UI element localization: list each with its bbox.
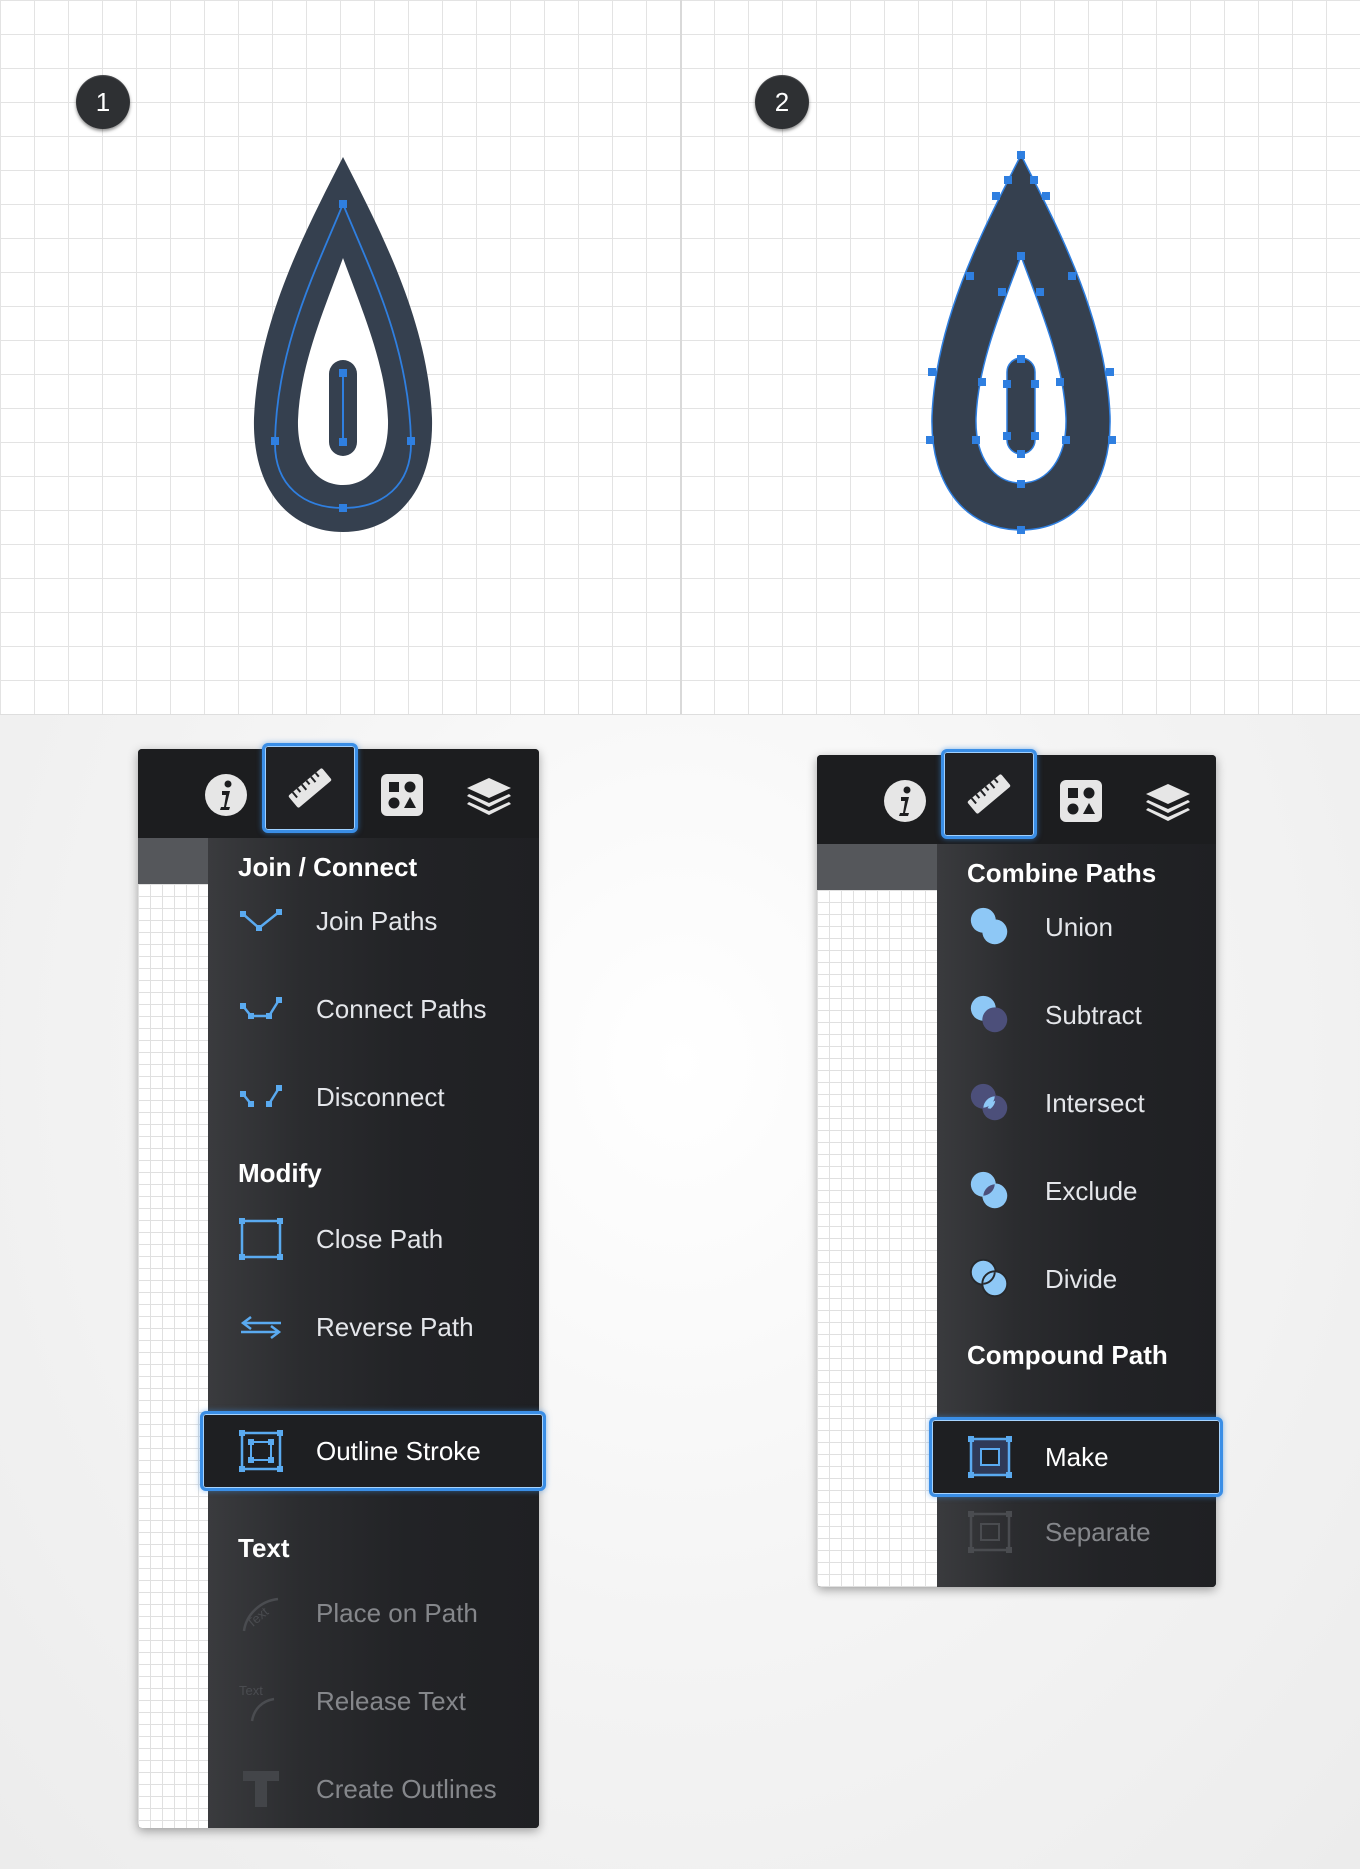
document-preview-strip [817,890,937,1587]
join-paths-icon [238,899,284,943]
menu-item-separate-compound[interactable]: Separate [937,1497,1216,1567]
menu-item-release-text[interactable]: Text Release Text [208,1666,539,1736]
menu-item-close-path[interactable]: Close Path [208,1204,539,1274]
subtract-icon [967,993,1013,1037]
canvas-divider [680,0,682,714]
menu-item-outline-stroke-content: Outline Stroke [200,1416,543,1486]
make-compound-icon [967,1435,1013,1479]
ruler-icon[interactable] [262,743,358,833]
connect-paths-icon [238,987,284,1031]
divide-icon [967,1257,1013,1301]
svg-text:Text: Text [239,1683,263,1698]
shapes-icon[interactable] [376,769,428,821]
document-ruler-strip [138,838,208,884]
info-icon[interactable] [200,769,252,821]
step-badge-2: 2 [755,75,809,129]
disconnect-icon [238,1075,284,1119]
path-tools-panel-left: Join / Connect Join Paths Connect Paths … [138,743,546,1828]
menu-item-connect-paths[interactable]: Connect Paths [208,974,539,1044]
section-title-combine-paths: Combine Paths [967,858,1157,888]
document-preview-strip [138,884,208,1828]
section-title-compound-path: Compound Path [967,1340,1168,1370]
create-outlines-icon [238,1767,284,1811]
union-icon [967,905,1013,949]
section-title-text: Text [238,1533,290,1563]
svg-text:Text: Text [243,1604,271,1631]
close-path-icon [238,1217,284,1261]
ruler-icon[interactable] [941,749,1037,839]
menu-item-create-outlines[interactable]: Create Outlines [208,1754,539,1824]
menu-item-join-paths[interactable]: Join Paths [208,886,539,956]
place-on-path-icon: Text [238,1591,284,1635]
document-ruler-strip [817,844,937,890]
separate-compound-icon [967,1510,1013,1554]
section-title-join-connect: Join / Connect [238,852,418,882]
menu-item-place-on-path[interactable]: Text Place on Path [208,1578,539,1648]
path-tools-panel-right: Combine Paths Union Subtract Intersect E… [817,749,1223,1587]
release-text-icon: Text [238,1679,284,1723]
menu-item-divide[interactable]: Divide [937,1244,1216,1314]
menu-item-make-content: Make [929,1422,1220,1492]
menu-item-reverse-path[interactable]: Reverse Path [208,1292,539,1362]
drop-shape-stroked[interactable] [240,150,450,540]
layers-icon[interactable] [1142,775,1194,827]
section-title-modify: Modify [238,1158,322,1188]
outline-stroke-icon [238,1429,284,1473]
menu-item-intersect[interactable]: Intersect [937,1068,1216,1138]
menu-item-outline-stroke[interactable]: Outline Stroke [200,1411,546,1491]
layers-icon[interactable] [463,769,515,821]
intersect-icon [967,1081,1013,1125]
exclude-icon [967,1169,1013,1213]
reverse-path-icon [238,1305,284,1349]
menu-item-subtract[interactable]: Subtract [937,980,1216,1050]
drop-shape-outlined[interactable] [918,148,1128,540]
menu-item-make-compound[interactable]: Make [929,1417,1223,1497]
menu-item-union[interactable]: Union [937,892,1216,962]
menu-item-exclude[interactable]: Exclude [937,1156,1216,1226]
shapes-icon[interactable] [1055,775,1107,827]
info-icon[interactable] [879,775,931,827]
menu-item-disconnect[interactable]: Disconnect [208,1062,539,1132]
step-badge-1: 1 [76,75,130,129]
